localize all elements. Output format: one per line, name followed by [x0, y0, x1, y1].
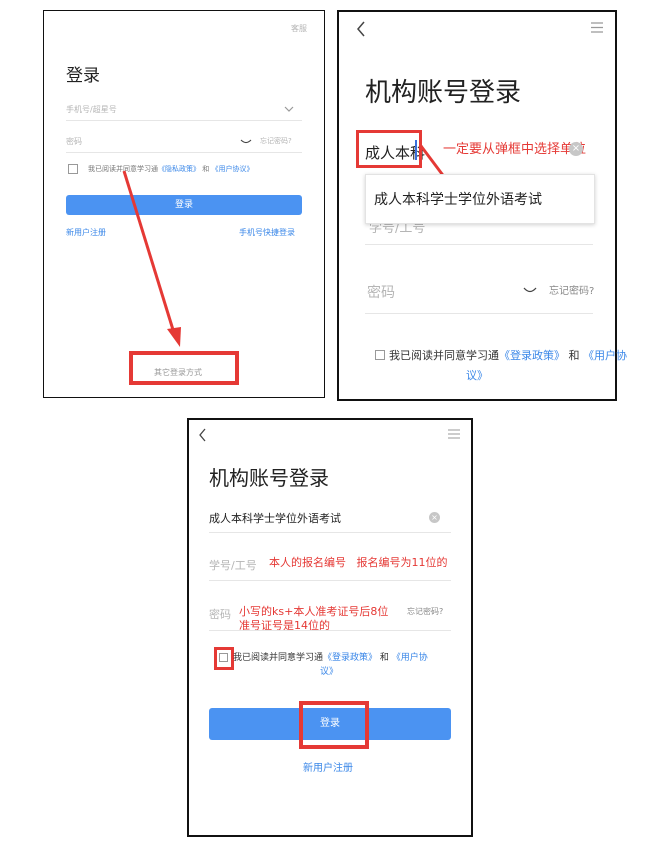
password-input[interactable]: 密码 [367, 282, 395, 302]
dropdown-option[interactable]: 成人本科学士学位外语考试 [374, 189, 542, 209]
annotation-id: 本人的报名编号 报名编号为11位的 [269, 556, 448, 569]
highlight-login-button [299, 701, 369, 749]
page-title: 机构账号登录 [209, 466, 329, 490]
user-agreement-link-cont[interactable]: 议》 [466, 367, 488, 383]
menu-icon[interactable] [448, 429, 460, 439]
org-field[interactable]: 成人本科学士学位外语考试 [209, 510, 341, 526]
user-agreement-link[interactable]: 《用户协 [392, 653, 428, 663]
login-screen-3: 机构账号登录 成人本科学士学位外语考试 × 学号/工号 本人的报名编号 报名编号… [187, 418, 473, 837]
agreement-text: 我已阅读并同意学习通《登录政策》 和 《用户协 [389, 349, 627, 362]
eye-closed-icon[interactable] [523, 287, 537, 295]
agreement-text: 我已阅读并同意学习通《登录政策》 和 《用户协 [233, 653, 428, 663]
forgot-password-link[interactable]: 忘记密码? [549, 282, 594, 297]
login-policy-link[interactable]: 《登录政策》 [323, 653, 377, 663]
user-agreement-link-cont[interactable]: 议》 [320, 664, 338, 677]
agree-checkbox[interactable] [375, 350, 385, 360]
id-input[interactable]: 学号/工号 [209, 557, 257, 573]
forgot-password-link[interactable]: 忘记密码? [407, 606, 443, 617]
back-icon[interactable] [198, 428, 207, 442]
org-dropdown: 成人本科学士学位外语考试 [365, 174, 595, 224]
user-agreement-link[interactable]: 《用户协 [583, 349, 627, 362]
register-link[interactable]: 新用户注册 [303, 759, 353, 774]
highlight-agree-checkbox [214, 647, 234, 670]
annotation-arrow [122, 170, 181, 347]
login-screen-2: 机构账号登录 成人本科 一定要从弹框中选择单位 × 成人本科学士学位外语考试 学… [337, 10, 627, 401]
clear-icon[interactable]: × [429, 512, 440, 523]
login-policy-link[interactable]: 《登录政策》 [499, 349, 565, 362]
login-screen-1: 客服 登录 手机号/超星号 密码 忘记密码? 我已阅读并同意学习通《隐私政策》 … [43, 10, 325, 398]
password-input[interactable]: 密码 [209, 606, 231, 622]
